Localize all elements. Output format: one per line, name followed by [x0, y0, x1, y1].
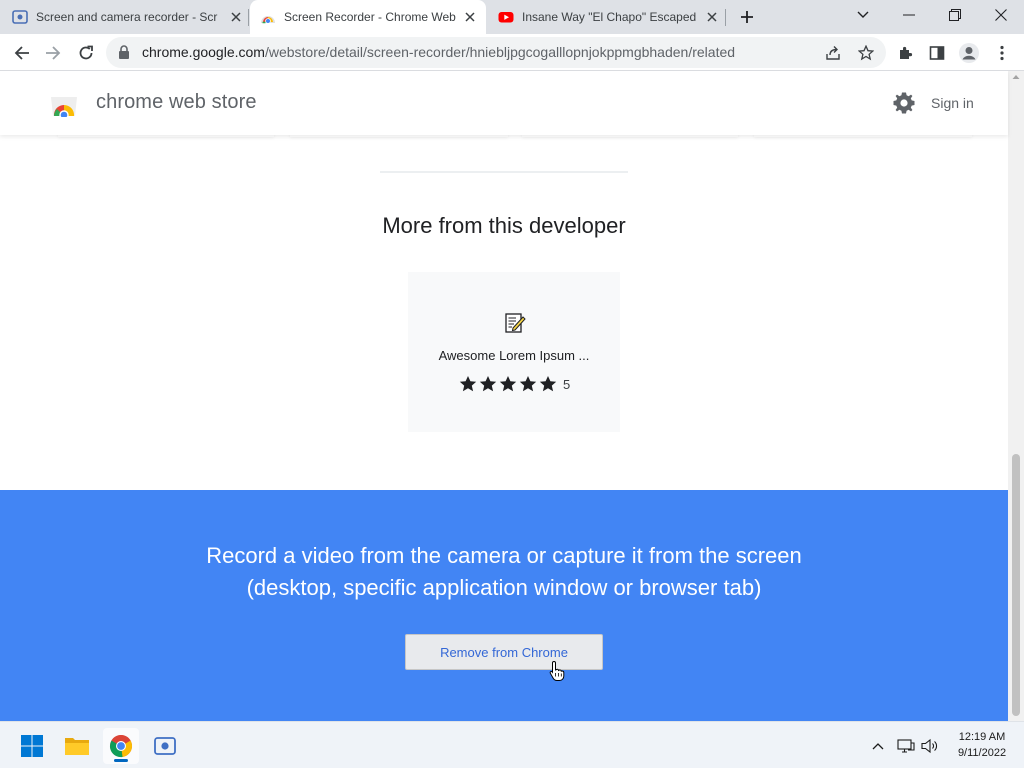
tab-screen-camera-recorder[interactable]: Screen and camera recorder - Scr [12, 0, 244, 34]
url-text: chrome.google.com/webstore/detail/screen… [142, 37, 735, 68]
reload-icon [79, 45, 93, 60]
tab-separator [725, 9, 726, 26]
reload-button[interactable] [72, 39, 100, 67]
forward-button[interactable] [39, 39, 67, 67]
store-header: chrome web store Sign in [0, 71, 1008, 135]
tab-strip: Screen and camera recorder - Scr Screen … [0, 0, 1024, 34]
back-button[interactable] [8, 39, 36, 67]
start-button[interactable] [14, 728, 50, 764]
url-path: /webstore/detail/screen-recorder/hnieblj… [264, 44, 736, 60]
new-tab-button[interactable] [736, 6, 758, 28]
lock-icon [119, 45, 129, 59]
chrome-icon [109, 735, 133, 758]
tab-title: Screen Recorder - Chrome Web S [284, 10, 456, 24]
profile-button[interactable] [955, 39, 983, 67]
volume-button[interactable] [918, 734, 942, 758]
more-from-developer-heading: More from this developer [382, 213, 626, 238]
close-tab-icon[interactable] [462, 9, 478, 25]
banner-line-2: (desktop, specific application window or… [246, 575, 762, 600]
rating-count: 5 [563, 376, 571, 392]
minimize-icon [903, 14, 915, 16]
sign-in-link[interactable]: Sign in [931, 95, 974, 111]
screen-recorder-icon [12, 10, 28, 24]
close-window-button[interactable] [978, 0, 1024, 30]
notepad-pencil-icon [505, 313, 526, 333]
network-button[interactable] [894, 734, 918, 758]
active-app-indicator [114, 759, 128, 762]
screen-recorder-taskbar-button[interactable] [147, 728, 183, 764]
scroll-up-arrow-icon[interactable] [1012, 73, 1020, 81]
close-tab-icon[interactable] [228, 9, 244, 25]
close-icon [995, 9, 1007, 21]
restore-button[interactable] [932, 0, 978, 30]
tab-title: Screen and camera recorder - Scr [36, 10, 218, 24]
bookmark-button[interactable] [855, 42, 877, 64]
url-host: chrome.google.com [142, 44, 265, 60]
clock-date: 9/11/2022 [957, 747, 1007, 759]
screen-recorder-icon [154, 737, 176, 755]
more-vert-icon [1000, 45, 1004, 61]
scrollbar-thumb[interactable] [1012, 454, 1020, 716]
tab-youtube-el-chapo[interactable]: Insane Way "El Chapo" Escaped F [498, 0, 720, 34]
extensions-button[interactable] [892, 39, 920, 67]
speaker-icon [921, 738, 937, 754]
chevron-down-icon [857, 11, 869, 18]
star-rating: 5 [458, 375, 570, 393]
chrome-menu-button[interactable] [988, 39, 1016, 67]
tab-search-button[interactable] [840, 0, 886, 30]
puzzle-icon [900, 46, 913, 59]
clock-time: 12:19 AM [958, 731, 1006, 743]
share-icon [826, 46, 840, 60]
banner-line-1: Record a video from the camera or captur… [206, 543, 802, 568]
browser-toolbar: chrome.google.com/webstore/detail/screen… [0, 34, 1024, 71]
banner-description: Record a video from the camera or captur… [0, 540, 1008, 604]
restore-icon [949, 9, 961, 21]
section-divider [380, 171, 628, 173]
plus-icon [741, 11, 753, 23]
extension-name: Awesome Lorem Ipsum ... [438, 348, 590, 363]
tab-title: Insane Way "El Chapo" Escaped F [522, 10, 698, 24]
page-viewport: chrome web store Sign in More from this … [0, 71, 1024, 721]
star-filled-icon [499, 376, 517, 392]
arrow-left-icon [14, 46, 29, 60]
star-filled-icon [479, 376, 497, 392]
developer-extension-card[interactable]: Awesome Lorem Ipsum ... 5 [408, 272, 620, 432]
star-filled-icon [539, 376, 557, 392]
avatar-icon [959, 43, 979, 63]
youtube-icon [498, 12, 514, 23]
gear-icon[interactable] [892, 91, 916, 115]
side-panel-button[interactable] [923, 39, 951, 67]
tab-screen-recorder-webstore[interactable]: Screen Recorder - Chrome Web S [250, 0, 486, 34]
file-explorer-icon [65, 738, 89, 755]
start-icon [21, 735, 43, 757]
windows-taskbar: 12:19 AM 9/11/2022 [0, 721, 1024, 768]
star-filled-icon [519, 376, 537, 392]
page-scrollbar[interactable] [1008, 71, 1024, 721]
network-icon [897, 739, 915, 753]
chevron-up-icon [872, 743, 884, 750]
chrome-web-store-icon [261, 16, 275, 24]
show-hidden-icons-button[interactable] [866, 734, 890, 758]
star-outline-icon [858, 45, 874, 61]
install-banner: Record a video from the camera or captur… [0, 490, 1008, 721]
remove-from-chrome-button[interactable]: Remove from Chrome [405, 634, 603, 670]
close-tab-icon[interactable] [704, 9, 720, 25]
star-filled-icon [459, 376, 477, 392]
share-button[interactable] [822, 42, 844, 64]
chrome-web-store-logo[interactable] [50, 91, 78, 117]
tab-separator [248, 9, 249, 26]
minimize-button[interactable] [886, 0, 932, 30]
side-panel-icon [929, 46, 945, 60]
address-bar[interactable]: chrome.google.com/webstore/detail/screen… [106, 37, 886, 68]
system-clock[interactable]: 12:19 AM 9/11/2022 [944, 729, 1020, 761]
file-explorer-button[interactable] [59, 728, 95, 764]
arrow-right-icon [46, 46, 61, 60]
hand-cursor-icon [549, 660, 565, 681]
store-title[interactable]: chrome web store [96, 91, 257, 114]
